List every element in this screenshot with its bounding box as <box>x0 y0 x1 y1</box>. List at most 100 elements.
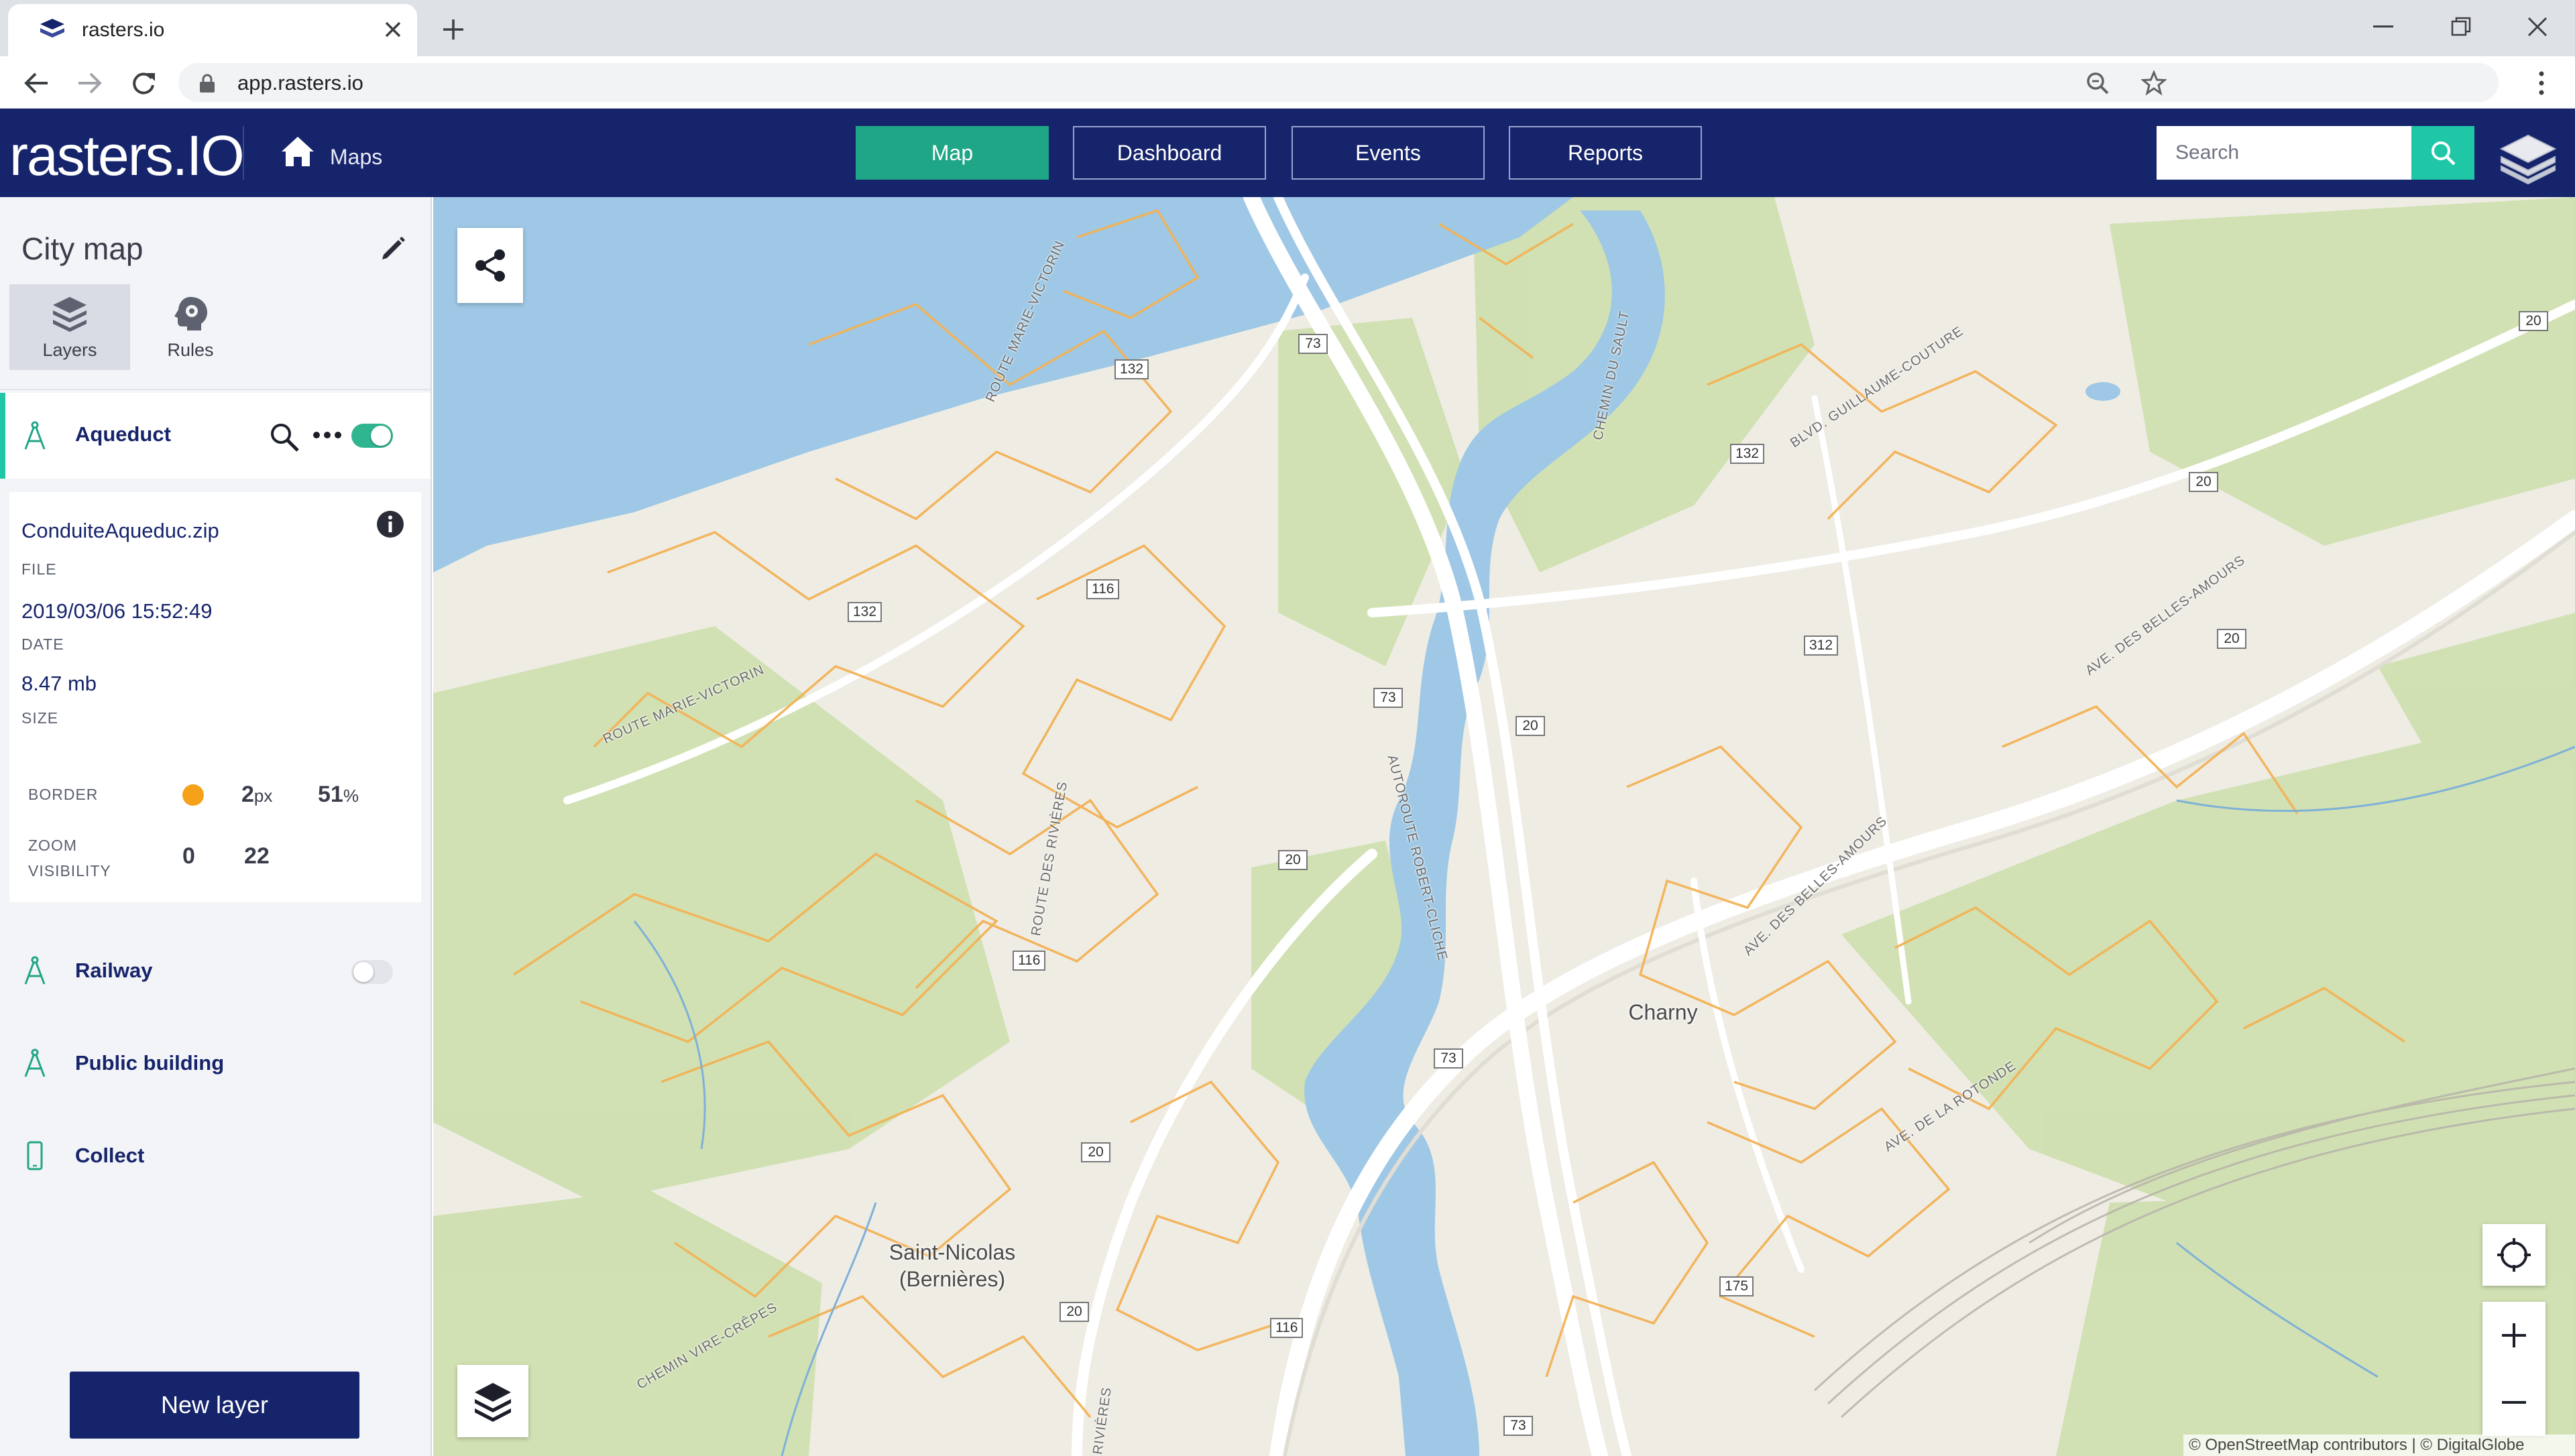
map-attribution[interactable]: © OpenStreetMap contributors | © Digital… <box>2183 1435 2575 1456</box>
minimize-icon[interactable] <box>2356 7 2410 47</box>
zoom-to-layer-icon[interactable] <box>268 421 300 453</box>
tab-close-icon[interactable] <box>378 15 408 44</box>
size-key: SIZE <box>21 709 59 727</box>
route-shield: 20 <box>1278 850 1308 870</box>
opacity-value: 51 <box>318 782 343 807</box>
tab-rules-label: Rules <box>167 339 214 360</box>
mobile-phone-icon <box>27 1141 43 1170</box>
browser-tab[interactable]: rasters.io <box>8 4 417 56</box>
zoom-in-button[interactable] <box>2482 1302 2545 1369</box>
zoom-magnifier-icon[interactable] <box>2083 68 2112 98</box>
basemap-layers-button[interactable] <box>457 1365 528 1437</box>
layers-icon <box>53 296 87 332</box>
browser-menu-icon[interactable] <box>2528 66 2555 101</box>
locate-me-button[interactable] <box>2482 1224 2545 1286</box>
more-options-icon[interactable] <box>312 430 342 440</box>
address-bar: app.rasters.io <box>0 56 2575 109</box>
search-input[interactable] <box>2157 126 2411 180</box>
app-header: rasters.IO Maps Map Dashboard Events Rep… <box>0 109 2575 197</box>
layer-label-railway: Railway <box>75 959 153 982</box>
layer-row-collect[interactable]: Collect <box>0 1114 431 1200</box>
border-width[interactable]: 2px <box>241 782 272 808</box>
zoom-out-button[interactable] <box>2482 1369 2545 1436</box>
layer-row-public-building[interactable]: Public building <box>0 1022 431 1107</box>
back-arrow-icon[interactable] <box>16 63 56 103</box>
info-icon[interactable] <box>376 509 405 539</box>
browser-tab-bar: rasters.io <box>0 0 2575 56</box>
tab-layers-label: Layers <box>42 339 97 360</box>
maps-link[interactable]: Maps <box>330 145 382 170</box>
route-shield: 132 <box>1730 444 1765 464</box>
new-layer-button[interactable]: New layer <box>70 1372 359 1439</box>
tab-rules[interactable]: Rules <box>130 284 251 370</box>
route-shield: 20 <box>1515 716 1545 736</box>
route-shield: 20 <box>1081 1142 1110 1162</box>
toggle-knob <box>353 962 374 982</box>
map-canvas[interactable]: Charny Saint-Nicolas (Bernières) ROUTE M… <box>433 197 2575 1456</box>
route-shield: 132 <box>848 602 882 622</box>
visibility-key: VISIBILITY <box>28 862 111 879</box>
place-label-charny: Charny <box>1628 1000 1698 1024</box>
route-shield: 312 <box>1804 635 1839 656</box>
border-color-swatch[interactable] <box>182 784 204 806</box>
toggle-knob <box>371 426 391 446</box>
header-divider <box>243 126 244 180</box>
nav-dashboard-button[interactable]: Dashboard <box>1073 126 1266 180</box>
plus-icon <box>2502 1323 2526 1347</box>
rasters-logo[interactable]: rasters.IO <box>9 123 245 188</box>
nav-reports-button[interactable]: Reports <box>1509 126 1702 180</box>
nav-map-button[interactable]: Map <box>856 126 1049 180</box>
compass-icon <box>24 956 46 985</box>
route-shield: 73 <box>1434 1048 1463 1069</box>
zoom-min[interactable]: 0 <box>182 843 195 869</box>
route-shield: 175 <box>1719 1276 1754 1296</box>
bookmark-star-icon[interactable] <box>2139 68 2169 98</box>
nav-events-button[interactable]: Events <box>1292 126 1485 180</box>
search-button[interactable] <box>2411 126 2474 180</box>
layer-row-aqueduct[interactable]: Aqueduct <box>0 393 431 479</box>
forward-arrow-icon[interactable] <box>70 63 110 103</box>
sidebar: City map Layers Rules Aqueduct ConduiteA… <box>0 197 432 1456</box>
reload-icon[interactable] <box>123 63 164 103</box>
route-shield: 20 <box>2217 629 2246 649</box>
border-width-value: 2 <box>241 782 254 807</box>
route-shield: 20 <box>1060 1302 1089 1322</box>
layer-visibility-toggle[interactable] <box>351 960 393 984</box>
map-title: City map <box>21 231 144 266</box>
layer-visibility-toggle[interactable] <box>351 424 393 448</box>
zoom-max[interactable]: 22 <box>244 843 270 869</box>
new-tab-icon[interactable] <box>435 11 472 48</box>
route-shield: 116 <box>1270 1318 1304 1338</box>
url-omnibox[interactable]: app.rasters.io <box>178 63 2499 102</box>
layer-label-public-building: Public building <box>75 1051 225 1075</box>
edit-pencil-icon[interactable] <box>380 235 406 261</box>
compass-icon <box>24 421 46 450</box>
size-value: 8.47 mb <box>21 672 97 695</box>
brain-gear-icon <box>174 296 207 330</box>
route-shield: 116 <box>1086 579 1120 599</box>
map-base-tiles <box>433 197 2575 1456</box>
route-shield: 20 <box>2519 311 2548 331</box>
restore-icon[interactable] <box>2434 7 2488 47</box>
route-shield: 73 <box>1298 334 1328 354</box>
close-window-icon[interactable] <box>2511 7 2564 47</box>
border-key: BORDER <box>28 786 99 803</box>
layers-icon <box>475 1383 511 1422</box>
rasters-favicon-icon <box>40 19 64 38</box>
border-opacity[interactable]: 51% <box>318 782 359 808</box>
zoom-controls <box>2482 1302 2545 1436</box>
opacity-unit: % <box>343 786 359 806</box>
crosshair-icon <box>2497 1238 2531 1272</box>
layer-row-railway[interactable]: Railway <box>0 929 431 1015</box>
share-button[interactable] <box>457 228 523 303</box>
place-label-bernieres: (Bernières) <box>899 1267 1006 1291</box>
sidebar-divider <box>0 389 431 390</box>
tab-layers[interactable]: Layers <box>9 284 130 370</box>
date-key: DATE <box>21 635 64 653</box>
border-width-unit: px <box>253 786 273 806</box>
route-shield: 73 <box>1503 1416 1533 1436</box>
lock-icon <box>200 74 215 93</box>
url-text: app.rasters.io <box>237 71 363 95</box>
home-icon[interactable] <box>280 135 315 168</box>
layers-stack-icon[interactable] <box>2499 131 2558 185</box>
